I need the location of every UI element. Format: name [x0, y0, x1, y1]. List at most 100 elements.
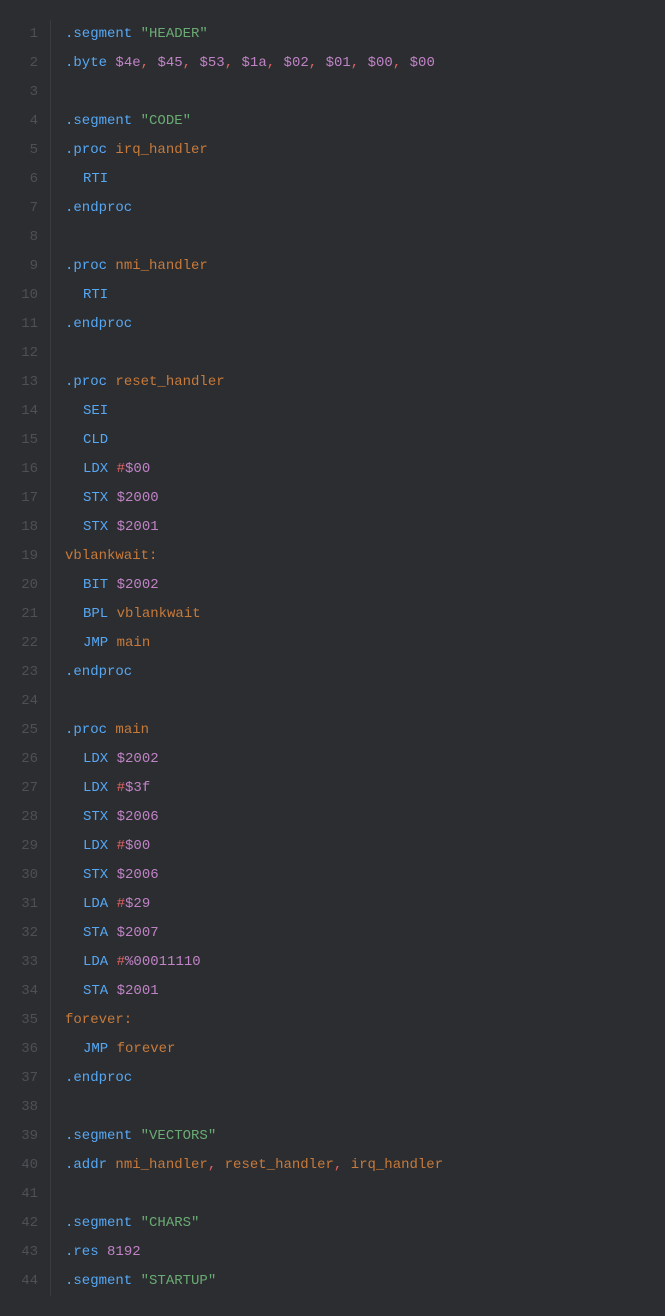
token-op: LDX	[83, 780, 108, 796]
token-num: $3f	[125, 780, 150, 796]
token-dir: .proc	[65, 258, 107, 274]
token-plain	[132, 26, 140, 42]
token-plain	[359, 55, 367, 71]
token-op: LDX	[83, 751, 108, 767]
code-line[interactable]: .segment "STARTUP"	[65, 1267, 443, 1296]
code-line[interactable]	[65, 1180, 443, 1209]
token-ident: forever:	[65, 1012, 132, 1028]
token-num: $2002	[117, 751, 159, 767]
token-plain	[275, 55, 283, 71]
code-line[interactable]	[65, 223, 443, 252]
code-line[interactable]: STA $2007	[65, 919, 443, 948]
token-plain	[108, 577, 116, 593]
code-line[interactable]: .segment "VECTORS"	[65, 1122, 443, 1151]
token-num: $00	[125, 461, 150, 477]
code-area[interactable]: .segment "HEADER".byte $4e, $45, $53, $1…	[51, 20, 443, 1296]
token-plain	[108, 519, 116, 535]
line-number: 13	[0, 368, 38, 397]
code-line[interactable]: .segment "CHARS"	[65, 1209, 443, 1238]
code-line[interactable]: SEI	[65, 397, 443, 426]
code-line[interactable]: BIT $2002	[65, 571, 443, 600]
code-line[interactable]: STX $2000	[65, 484, 443, 513]
token-dir: .byte	[65, 55, 107, 71]
code-line[interactable]: STA $2001	[65, 977, 443, 1006]
line-number: 42	[0, 1209, 38, 1238]
code-line[interactable]: LDX #$00	[65, 455, 443, 484]
token-ident: irq_handler	[115, 142, 207, 158]
line-number: 35	[0, 1006, 38, 1035]
code-line[interactable]	[65, 1093, 443, 1122]
code-line[interactable]: forever:	[65, 1006, 443, 1035]
token-ident: main	[115, 722, 149, 738]
token-num: $02	[284, 55, 309, 71]
code-line[interactable]: .byte $4e, $45, $53, $1a, $02, $01, $00,…	[65, 49, 443, 78]
line-number: 27	[0, 774, 38, 803]
token-dir: .endproc	[65, 316, 132, 332]
code-line[interactable]: JMP forever	[65, 1035, 443, 1064]
token-num: $00	[125, 838, 150, 854]
token-dir: .proc	[65, 722, 107, 738]
token-plain	[108, 1041, 116, 1057]
line-number: 21	[0, 600, 38, 629]
token-plain	[108, 606, 116, 622]
token-plain	[108, 751, 116, 767]
code-line[interactable]: BPL vblankwait	[65, 600, 443, 629]
token-ident: vblankwait	[117, 606, 201, 622]
code-line[interactable]: .proc main	[65, 716, 443, 745]
code-line[interactable]: .res 8192	[65, 1238, 443, 1267]
code-line[interactable]: .endproc	[65, 310, 443, 339]
token-plain	[108, 461, 116, 477]
line-number: 12	[0, 339, 38, 368]
code-line[interactable]: STX $2006	[65, 861, 443, 890]
token-op: STX	[83, 490, 108, 506]
token-ident: vblankwait:	[65, 548, 157, 564]
token-op: RTI	[83, 287, 108, 303]
line-number: 26	[0, 745, 38, 774]
code-line[interactable]: STX $2001	[65, 513, 443, 542]
code-line[interactable]: LDX #$00	[65, 832, 443, 861]
line-number: 11	[0, 310, 38, 339]
code-line[interactable]: LDA #%00011110	[65, 948, 443, 977]
token-comma: #	[117, 461, 125, 477]
code-line[interactable]: .proc nmi_handler	[65, 252, 443, 281]
code-editor[interactable]: 1234567891011121314151617181920212223242…	[0, 20, 665, 1296]
code-line[interactable]: .proc irq_handler	[65, 136, 443, 165]
token-comma: ,	[267, 55, 275, 71]
code-line[interactable]: .segment "HEADER"	[65, 20, 443, 49]
token-num: $2006	[117, 809, 159, 825]
code-line[interactable]: .segment "CODE"	[65, 107, 443, 136]
token-dir: .endproc	[65, 200, 132, 216]
token-comma: ,	[208, 1157, 216, 1173]
token-comma: #	[117, 896, 125, 912]
token-plain	[401, 55, 409, 71]
code-line[interactable]	[65, 687, 443, 716]
code-line[interactable]: LDX $2002	[65, 745, 443, 774]
code-line[interactable]: RTI	[65, 165, 443, 194]
token-ident: reset_handler	[225, 1157, 334, 1173]
code-line[interactable]	[65, 78, 443, 107]
line-number: 30	[0, 861, 38, 890]
token-op: LDX	[83, 461, 108, 477]
code-line[interactable]: .endproc	[65, 194, 443, 223]
token-dir: .proc	[65, 142, 107, 158]
code-line[interactable]: JMP main	[65, 629, 443, 658]
code-line[interactable]: LDX #$3f	[65, 774, 443, 803]
code-line[interactable]: .addr nmi_handler, reset_handler, irq_ha…	[65, 1151, 443, 1180]
code-line[interactable]: .endproc	[65, 1064, 443, 1093]
code-line[interactable]: .proc reset_handler	[65, 368, 443, 397]
token-plain	[108, 925, 116, 941]
token-plain	[108, 867, 116, 883]
code-line[interactable]: .endproc	[65, 658, 443, 687]
code-line[interactable]: STX $2006	[65, 803, 443, 832]
token-comma: #	[117, 780, 125, 796]
token-dir: .res	[65, 1244, 99, 1260]
line-number: 1	[0, 20, 38, 49]
code-line[interactable]	[65, 339, 443, 368]
code-line[interactable]: RTI	[65, 281, 443, 310]
line-number: 15	[0, 426, 38, 455]
code-line[interactable]: vblankwait:	[65, 542, 443, 571]
code-line[interactable]: LDA #$29	[65, 890, 443, 919]
token-plain	[132, 1273, 140, 1289]
code-line[interactable]: CLD	[65, 426, 443, 455]
token-dir: .segment	[65, 1128, 132, 1144]
